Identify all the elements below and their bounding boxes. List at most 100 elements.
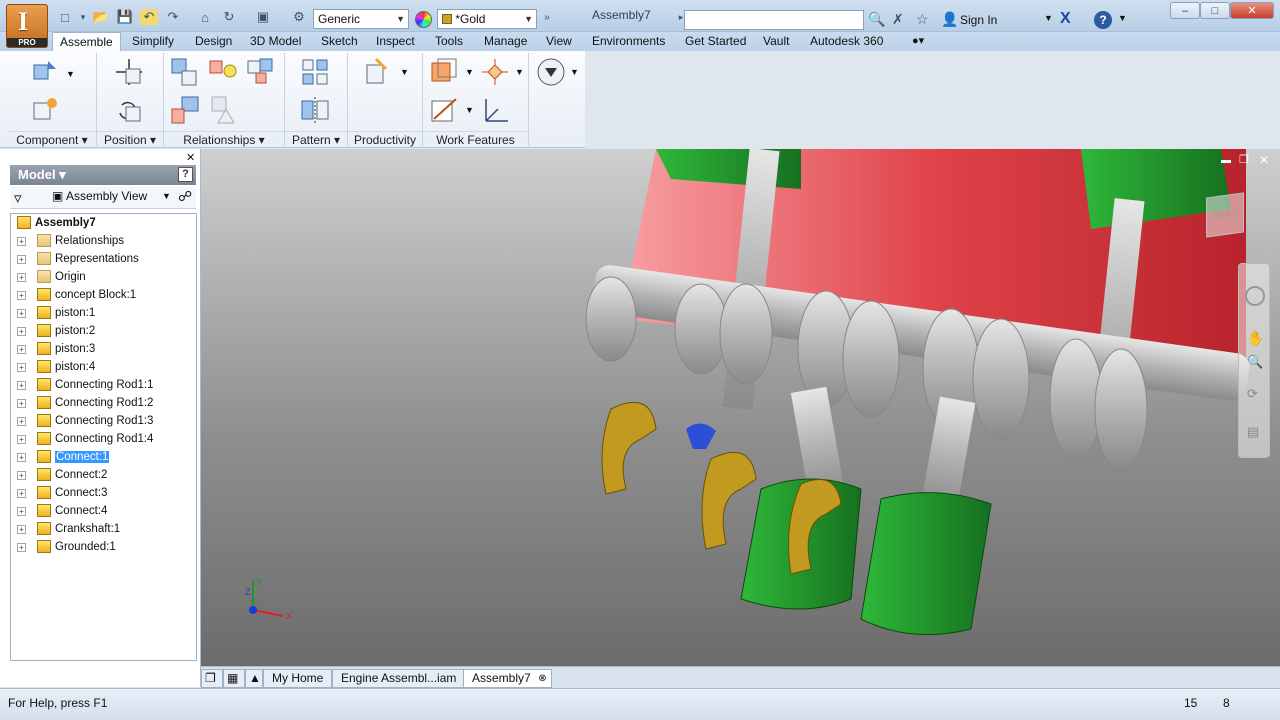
panel-relationships[interactable]: Relationships ▾ <box>164 131 284 148</box>
tab-tools[interactable]: Tools <box>435 32 463 51</box>
redo-icon[interactable]: ↷ <box>164 9 182 25</box>
zoom-icon[interactable]: 🔍 <box>1247 354 1263 370</box>
tab-sketch[interactable]: Sketch <box>321 32 358 51</box>
tab-autodesk-360[interactable]: Autodesk 360 <box>810 32 883 51</box>
more-icon[interactable]: » <box>538 9 556 25</box>
viewcube[interactable]: FRONT <box>1206 192 1244 238</box>
tab-close-icon[interactable]: ⊗ <box>538 670 546 687</box>
work-axis-icon[interactable] <box>430 95 460 125</box>
help-icon[interactable]: ? <box>1094 11 1112 29</box>
mirror-icon[interactable] <box>300 95 330 125</box>
panel-component[interactable]: Component ▾ <box>8 131 96 148</box>
chevron-down-icon[interactable]: ▼ <box>400 67 409 77</box>
new-icon[interactable]: □ <box>56 9 74 25</box>
home-icon[interactable]: ⌂ <box>196 9 214 25</box>
viewport-close-icon[interactable]: ✕ <box>1259 153 1269 167</box>
graphics-viewport[interactable]: Y X Z FRONT ▬ ❐ ✕ <box>201 148 1280 666</box>
material-select[interactable]: Generic ▼ <box>313 9 409 29</box>
productivity-icon[interactable] <box>364 57 394 87</box>
part-icon <box>37 468 51 481</box>
rotate-component-icon[interactable] <box>114 95 144 125</box>
doc-tab-assembly7[interactable]: Assembly7 ⊗ <box>463 669 552 688</box>
create-component-icon[interactable] <box>30 95 60 125</box>
undo-icon[interactable]: ↶ <box>140 9 158 25</box>
search-icon[interactable]: 🔍 <box>868 11 885 28</box>
app-logo[interactable]: I PRO <box>6 4 48 48</box>
panel-pattern[interactable]: Pattern ▾ <box>285 131 347 148</box>
settings-icon[interactable]: ⚙ <box>290 9 308 25</box>
part-icon <box>37 504 51 517</box>
engine-model[interactable] <box>201 148 1280 666</box>
joint-icon[interactable] <box>246 57 276 87</box>
sign-in-dropdown-icon[interactable]: ▼ <box>1044 13 1053 23</box>
select-icon[interactable]: ▣ <box>254 9 272 25</box>
help-icon[interactable]: ? <box>178 167 193 182</box>
chevron-down-icon[interactable]: ▼ <box>66 69 75 79</box>
tab-manage[interactable]: Manage <box>484 32 527 51</box>
tab-inspect[interactable]: Inspect <box>376 32 415 51</box>
exchange-icon[interactable]: X <box>1060 10 1071 28</box>
tab-design[interactable]: Design <box>195 32 232 51</box>
viewport-minimize-icon[interactable]: ▬ <box>1221 155 1231 166</box>
browser-close-icon[interactable]: ✕ <box>186 151 195 164</box>
tab-simplify[interactable]: Simplify <box>132 32 174 51</box>
sign-in-link[interactable]: Sign In <box>960 13 997 27</box>
show-sick-icon[interactable] <box>208 95 238 125</box>
part-icon <box>37 486 51 499</box>
favorites-icon[interactable]: ☆ <box>916 11 929 28</box>
maximize-button[interactable]: □ <box>1200 2 1230 19</box>
color-wheel-icon[interactable] <box>415 11 432 28</box>
assembly-view-select[interactable]: ▣ Assembly View <box>52 189 147 203</box>
browser-title[interactable]: Model ▾ ? <box>10 165 196 185</box>
find-icon[interactable]: ☍ <box>178 188 192 205</box>
appearance-select[interactable]: *Gold ▼ <box>437 9 537 29</box>
chevron-down-icon[interactable]: ▼ <box>515 67 524 77</box>
chevron-down-icon[interactable]: ▼ <box>570 67 579 77</box>
open-icon[interactable]: 📂 <box>92 9 110 25</box>
viewport-restore-icon[interactable]: ❐ <box>1239 153 1249 166</box>
subscription-icon[interactable]: ✗ <box>892 11 904 28</box>
assemble-icon[interactable] <box>208 57 238 87</box>
contact-set-icon[interactable] <box>170 95 200 125</box>
ucs-icon[interactable] <box>480 95 510 125</box>
work-point-icon[interactable] <box>480 57 510 87</box>
filter-icon[interactable]: ▿ <box>14 189 22 207</box>
work-plane-icon[interactable] <box>430 57 460 87</box>
tab-vault[interactable]: Vault <box>763 32 789 51</box>
filter-menu-icon[interactable] <box>536 57 566 87</box>
doc-tab-engine-assembly[interactable]: Engine Assembl...iam <box>332 669 466 688</box>
update-icon[interactable]: ↻ <box>220 9 238 25</box>
part-icon <box>37 396 51 409</box>
help-dropdown-icon[interactable]: ▼ <box>1118 13 1127 23</box>
tab-environments[interactable]: Environments <box>592 32 665 51</box>
move-component-icon[interactable] <box>114 57 144 87</box>
panel-position[interactable]: Position ▾ <box>97 131 163 148</box>
tab-3d-model[interactable]: 3D Model <box>250 32 301 51</box>
close-button[interactable]: ✕ <box>1230 2 1274 19</box>
tab-get-started[interactable]: Get Started <box>685 32 746 51</box>
new-dropdown-icon[interactable]: ▾ <box>74 9 92 25</box>
minimize-button[interactable]: – <box>1170 2 1200 19</box>
search-input[interactable] <box>684 10 864 30</box>
chevron-down-icon[interactable]: ▼ <box>465 67 474 77</box>
chevron-down-icon[interactable]: ▼ <box>162 191 171 201</box>
constrain-icon[interactable] <box>170 57 200 87</box>
pan-icon[interactable]: ✋ <box>1247 330 1264 347</box>
pattern-icon[interactable] <box>300 57 330 87</box>
steering-wheel-icon[interactable] <box>1245 286 1265 306</box>
doc-tab-my-home[interactable]: My Home <box>263 669 333 688</box>
up-icon[interactable]: ▲ <box>245 669 263 688</box>
look-at-icon[interactable]: ▤ <box>1247 424 1259 440</box>
part-icon <box>37 522 51 535</box>
save-icon[interactable]: 💾 <box>116 9 134 25</box>
panel-work-features[interactable]: Work Features <box>423 131 528 148</box>
ribbon-options-icon[interactable]: ●▾ <box>912 32 924 51</box>
chevron-down-icon[interactable]: ▼ <box>465 105 474 115</box>
cascade-icon[interactable]: ▦ <box>223 669 245 688</box>
place-component-icon[interactable] <box>30 57 60 87</box>
tab-assemble[interactable]: Assemble <box>52 32 121 51</box>
panel-productivity[interactable]: Productivity <box>348 131 422 148</box>
orbit-icon[interactable]: ⟳ <box>1247 386 1258 402</box>
tab-view[interactable]: View <box>546 32 572 51</box>
tile-icon[interactable]: ❐ <box>201 669 223 688</box>
